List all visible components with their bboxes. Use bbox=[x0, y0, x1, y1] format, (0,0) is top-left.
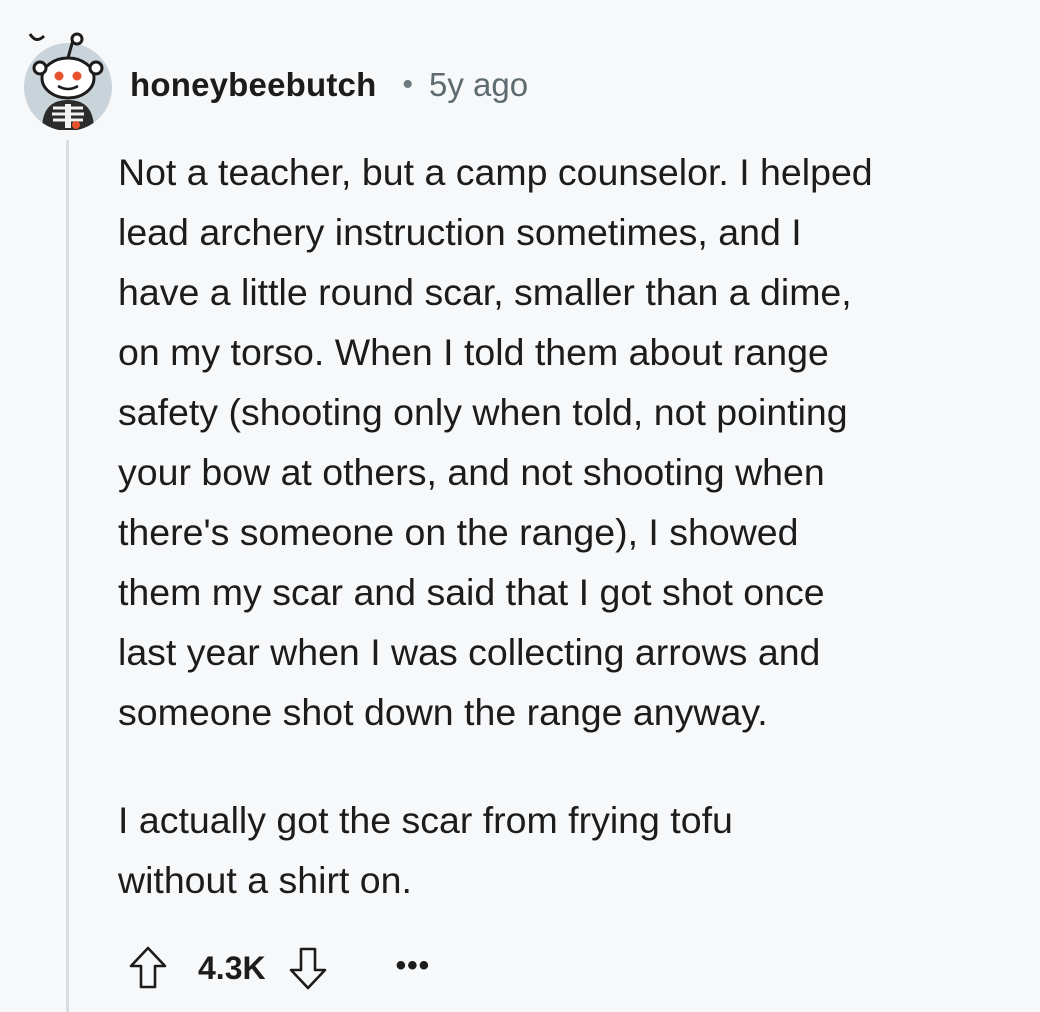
downvote-icon[interactable] bbox=[288, 945, 328, 991]
more-options-button[interactable]: ••• bbox=[396, 951, 431, 985]
thread-line[interactable] bbox=[66, 140, 69, 1012]
upvote-icon[interactable] bbox=[128, 945, 168, 991]
vote-score: 4.3K bbox=[198, 949, 266, 986]
avatar[interactable] bbox=[20, 30, 116, 131]
reddit-snoo-avatar-icon bbox=[24, 32, 112, 131]
comment-paragraph: Not a teacher, but a camp counselor. I h… bbox=[118, 151, 873, 733]
username-link[interactable]: honeybeebutch bbox=[130, 66, 376, 104]
comment-paragraph: I actually got the scar from frying tofu… bbox=[118, 799, 733, 901]
comment-age: 5y ago bbox=[428, 66, 529, 103]
comment-body: Not a teacher, but a camp counselor. I h… bbox=[118, 142, 1018, 910]
meta-separator: • bbox=[402, 68, 413, 101]
comment-actions: 4.3K ••• bbox=[128, 940, 430, 996]
comment-header: honeybeebutch • 5y ago bbox=[130, 62, 528, 108]
